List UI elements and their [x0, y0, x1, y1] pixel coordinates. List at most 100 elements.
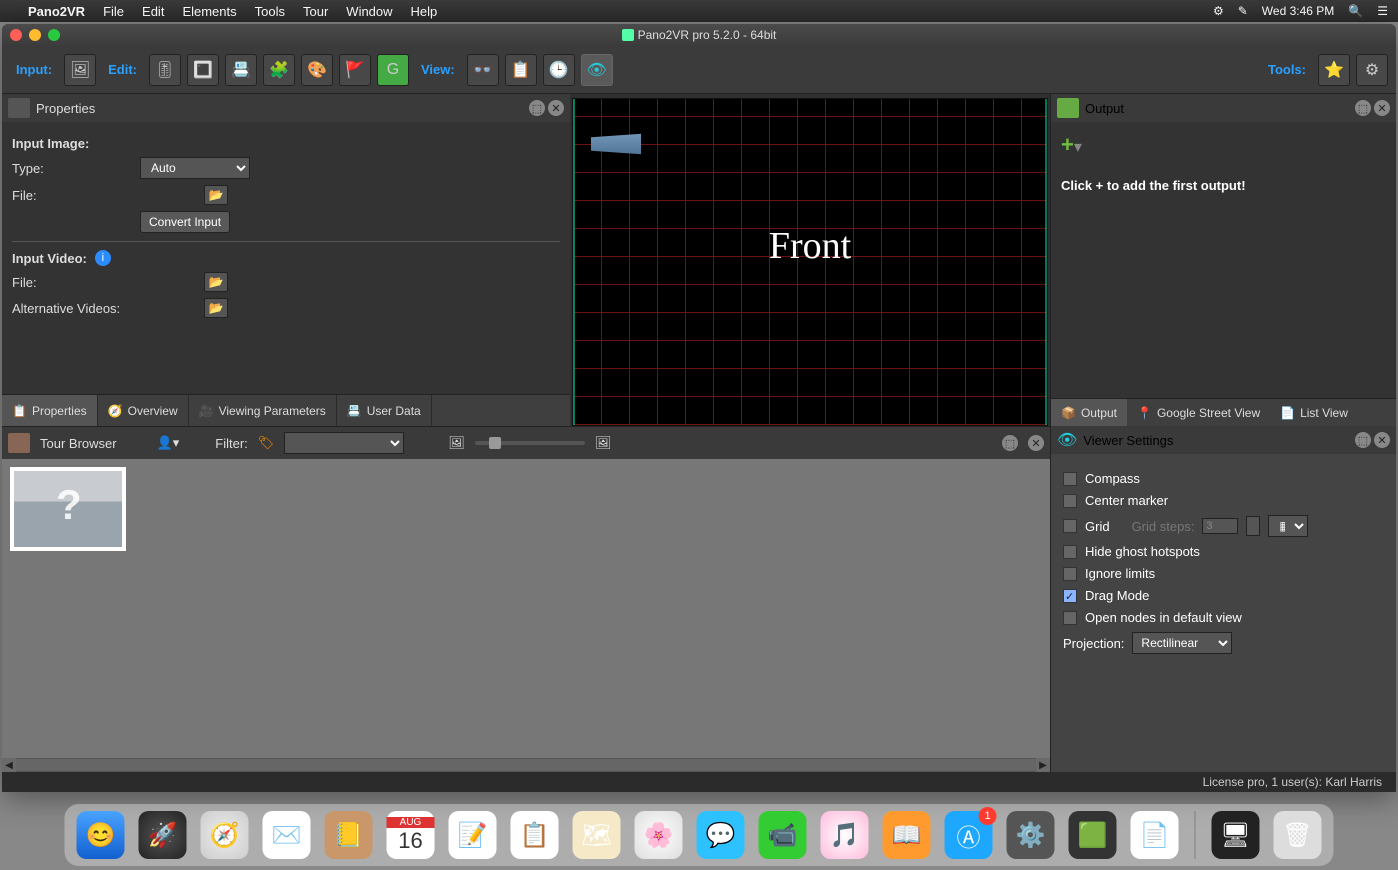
dock-mail-icon[interactable]: ✉️ [263, 811, 311, 859]
tools-gear-button[interactable]: ⚙ [1356, 54, 1388, 86]
grid-steps-spinner[interactable] [1246, 516, 1260, 536]
tour-scrollbar[interactable]: ◀ ▶ [2, 758, 1050, 772]
add-output-button[interactable]: +▾ [1061, 132, 1386, 158]
grid-checkbox[interactable] [1063, 519, 1077, 533]
view-eye-button[interactable]: 👁 [581, 54, 613, 86]
status-icon-1[interactable]: ⚙︎ [1213, 4, 1224, 18]
ghost-hotspots-checkbox[interactable] [1063, 545, 1077, 559]
menu-elements[interactable]: Elements [182, 4, 236, 19]
convert-input-button[interactable]: Convert Input [140, 211, 230, 233]
viewer-close-button[interactable]: ✕ [1374, 432, 1390, 448]
tab-output[interactable]: 📦 Output [1051, 399, 1127, 426]
alt-videos-open-button[interactable]: 📂 [204, 298, 228, 318]
file-label: File: [12, 188, 132, 203]
drag-mode-label: Drag Mode [1085, 588, 1149, 603]
ignore-limits-checkbox[interactable] [1063, 567, 1077, 581]
dock-textedit-icon[interactable]: 📄 [1131, 811, 1179, 859]
edit-sliders-button[interactable]: 🎚 [149, 54, 181, 86]
dock-facetime-icon[interactable]: 📹 [759, 811, 807, 859]
drag-mode-checkbox[interactable] [1063, 589, 1077, 603]
tour-close-button[interactable]: ✕ [1028, 435, 1044, 451]
grid-steps-input[interactable] [1202, 518, 1238, 534]
dock-pano2vr-icon[interactable]: 🟩 [1069, 811, 1117, 859]
filter-tag-icon[interactable]: 🏷 [258, 435, 275, 451]
menu-help[interactable]: Help [411, 4, 438, 19]
dock-appstore-icon[interactable]: Ⓐ1 [945, 811, 993, 859]
menu-list-icon[interactable]: ☰ [1377, 4, 1388, 18]
viewer-eye-icon: 👁 [1057, 430, 1077, 450]
compass-checkbox[interactable] [1063, 472, 1077, 486]
tab-properties[interactable]: 📋 Properties [2, 395, 98, 426]
dock-reminders-icon[interactable]: 📋 [511, 811, 559, 859]
panorama-viewport[interactable]: Front [572, 98, 1048, 426]
viewer-popout-button[interactable]: ⬚ [1355, 432, 1371, 448]
scroll-right-button[interactable]: ▶ [1036, 758, 1050, 772]
panel-close-button[interactable]: ✕ [548, 100, 564, 116]
dock-ibooks-icon[interactable]: 📖 [883, 811, 931, 859]
status-icon-2[interactable]: ✎ [1238, 4, 1248, 18]
view-clock-button[interactable]: 🕒 [543, 54, 575, 86]
menu-edit[interactable]: Edit [142, 4, 164, 19]
view-binocular-button[interactable]: 👓 [467, 54, 499, 86]
tab-viewing-parameters[interactable]: 🎥 Viewing Parameters [189, 395, 337, 426]
menu-tour[interactable]: Tour [303, 4, 328, 19]
dock-preferences-icon[interactable]: ⚙️ [1007, 811, 1055, 859]
edit-skin-button[interactable]: 🎨 [301, 54, 333, 86]
tab-user-data[interactable]: 📇 User Data [337, 395, 432, 426]
thumb-size-small-icon: 🖼 [448, 435, 465, 451]
tab-overview[interactable]: 🧭 Overview [98, 395, 189, 426]
tab-list-view[interactable]: 📄 List View [1270, 399, 1358, 426]
menu-file[interactable]: File [103, 4, 124, 19]
tour-node-thumbnail[interactable] [10, 467, 126, 551]
tour-user-icon[interactable]: 👤▾ [157, 435, 180, 451]
output-popout-button[interactable]: ⬚ [1355, 100, 1371, 116]
menubar-clock[interactable]: Wed 3:46 PM [1262, 4, 1334, 18]
center-marker-checkbox[interactable] [1063, 494, 1077, 508]
dock-safari-icon[interactable]: 🧭 [201, 811, 249, 859]
projection-select[interactable]: Rectilinear [1132, 632, 1232, 654]
tab-google-street-view[interactable]: 📍 Google Street View [1127, 399, 1270, 426]
edit-tour-button[interactable]: 🚩 [339, 54, 371, 86]
tour-browser-panel: Tour Browser 👤▾ Filter: 🏷 🖼 🖼 ⬚ ✕ ◀ [2, 426, 1050, 772]
dock-launchpad-icon[interactable]: 🚀 [139, 811, 187, 859]
spotlight-icon[interactable]: 🔍 [1348, 4, 1363, 18]
tour-browser-body[interactable] [2, 459, 1050, 758]
app-name[interactable]: Pano2VR [28, 4, 85, 19]
open-nodes-checkbox[interactable] [1063, 611, 1077, 625]
dock-itunes-icon[interactable]: 🎵 [821, 811, 869, 859]
output-title: Output [1085, 101, 1124, 116]
menu-window[interactable]: Window [346, 4, 392, 19]
type-select[interactable]: Auto [140, 157, 250, 179]
menu-tools[interactable]: Tools [255, 4, 285, 19]
dock-contacts-icon[interactable]: 📒 [325, 811, 373, 859]
titlebar: Pano2VR pro 5.2.0 - 64bit [2, 24, 1396, 46]
input-panorama-button[interactable]: 🖼 [64, 54, 96, 86]
grid-color-select[interactable]: ▦ [1268, 515, 1308, 537]
video-file-open-button[interactable]: 📂 [204, 272, 228, 292]
license-footer: License pro, 1 user(s): Karl Harris [2, 772, 1396, 792]
dock-maps-icon[interactable]: 🗺 [573, 811, 621, 859]
edit-google-button[interactable]: G [377, 54, 409, 86]
edit-media-button[interactable]: 🧩 [263, 54, 295, 86]
dock-trash-icon[interactable]: 🗑 [1274, 811, 1322, 859]
scroll-left-button[interactable]: ◀ [2, 758, 16, 772]
dock-notes-icon[interactable]: 📝 [449, 811, 497, 859]
tools-skin-editor-button[interactable]: ⭐ [1318, 54, 1350, 86]
info-icon[interactable]: i [95, 250, 111, 266]
edit-patch-button[interactable]: 🔳 [187, 54, 219, 86]
dock-calendar-icon[interactable]: AUG16 [387, 811, 435, 859]
dock-app-window-icon[interactable]: 🖥 [1212, 811, 1260, 859]
dock-messages-icon[interactable]: 💬 [697, 811, 745, 859]
panel-popout-button[interactable]: ⬚ [529, 100, 545, 116]
open-nodes-label: Open nodes in default view [1085, 610, 1242, 625]
edit-hotspots-button[interactable]: 📇 [225, 54, 257, 86]
thumb-size-slider[interactable] [475, 441, 585, 445]
view-clipboard-button[interactable]: 📋 [505, 54, 537, 86]
filter-select[interactable] [284, 432, 404, 454]
output-close-button[interactable]: ✕ [1374, 100, 1390, 116]
dock-photos-icon[interactable]: 🌸 [635, 811, 683, 859]
dock-finder-icon[interactable]: 😊 [77, 811, 125, 859]
tour-popout-button[interactable]: ⬚ [1002, 435, 1018, 451]
scroll-track[interactable] [16, 759, 1036, 771]
file-open-button[interactable]: 📂 [204, 185, 228, 205]
